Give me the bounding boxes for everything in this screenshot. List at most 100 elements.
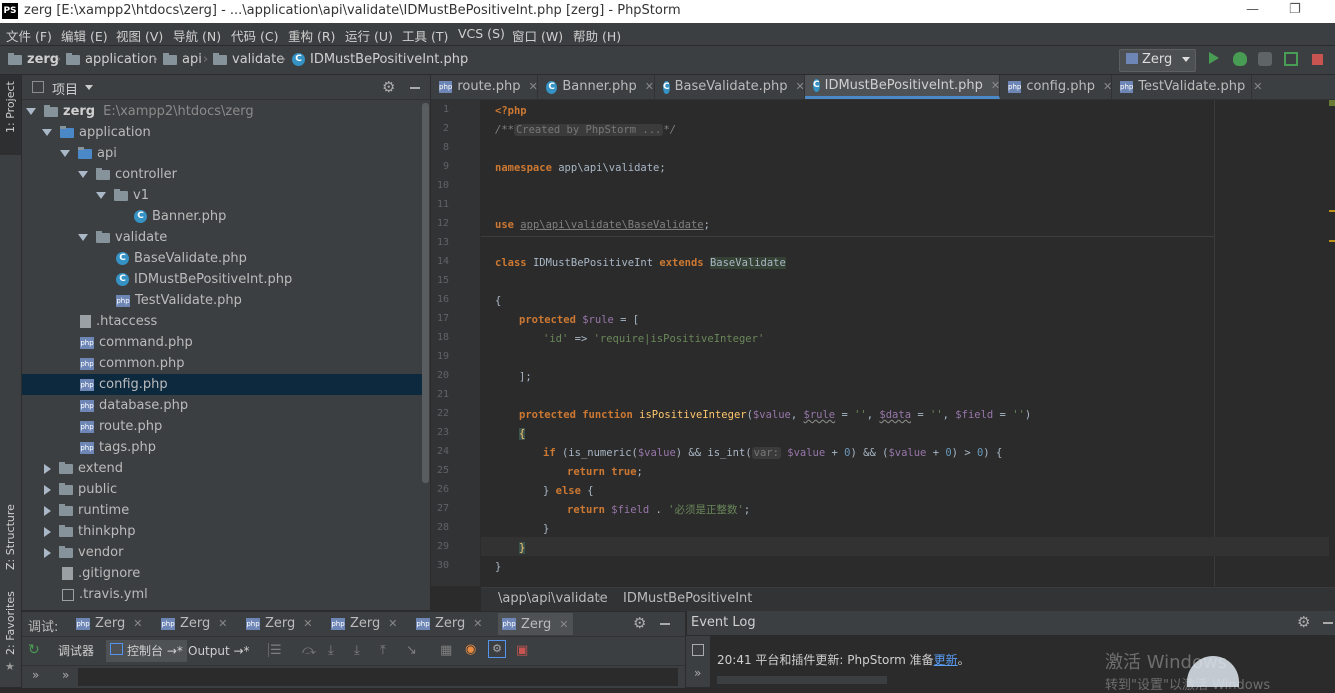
hide-panel-icon[interactable]: [660, 623, 670, 625]
warning-marker[interactable]: [1329, 210, 1335, 212]
menu-file[interactable]: 文件 (F): [6, 26, 52, 45]
close-icon[interactable]: ✕: [218, 617, 227, 630]
tree-item-htaccess[interactable]: .htaccess: [80, 311, 157, 332]
tree-item-travis[interactable]: .travis.yml: [62, 584, 148, 605]
structure-tool-label[interactable]: Z: Structure: [4, 504, 17, 570]
tree-item-route[interactable]: php route.php: [80, 416, 162, 437]
breadcrumb-file[interactable]: C IDMustBePositiveInt.php: [292, 52, 468, 67]
evaluate-icon[interactable]: ▦: [440, 643, 452, 658]
tree-item-vendor[interactable]: vendor: [42, 542, 123, 563]
breadcrumb-zerg[interactable]: zerg: [8, 52, 59, 67]
debug-icon[interactable]: [1233, 52, 1247, 66]
close-icon[interactable]: ✕: [133, 617, 142, 630]
tab-testvalidate[interactable]: php TestValidate.php ✕: [1112, 75, 1262, 99]
tree-item-runtime[interactable]: runtime: [42, 500, 129, 521]
favorites-tool-label[interactable]: 2: Favorites: [4, 591, 17, 655]
breadcrumb-namespace[interactable]: \app\api\validate: [498, 591, 608, 606]
update-link[interactable]: 更新: [934, 653, 958, 667]
run-config-select[interactable]: Zerg: [1119, 49, 1196, 72]
chevron-down-icon[interactable]: [85, 85, 93, 90]
expand-icon[interactable]: »: [694, 666, 701, 680]
tree-item-gitignore[interactable]: .gitignore: [62, 563, 140, 584]
tab-debugger[interactable]: 调试器: [54, 640, 98, 662]
gear-icon[interactable]: ⚙: [633, 614, 646, 632]
run-to-cursor-icon[interactable]: ↘: [406, 643, 417, 658]
tree-item-command[interactable]: php command.php: [80, 332, 193, 353]
minimize-button[interactable]: —: [1246, 2, 1259, 17]
breadcrumb-application[interactable]: application: [66, 52, 157, 67]
tree-item-zerg[interactable]: zerg E:\xampp2\htdocs\zerg: [26, 101, 254, 122]
close-icon[interactable]: ✕: [796, 75, 805, 99]
menu-window[interactable]: 窗口 (W): [512, 26, 563, 45]
step-over-icon[interactable]: ⤼: [302, 643, 316, 658]
event-log-scrollbar[interactable]: [717, 676, 887, 684]
expand-left-icon[interactable]: »: [32, 668, 39, 682]
expand-right-icon[interactable]: »: [62, 668, 69, 682]
tab-output[interactable]: Output →*: [184, 640, 254, 662]
tab-idmustbepositiveint[interactable]: C IDMustBePositiveInt.php ✕: [805, 75, 1000, 99]
tree-item-thinkphp[interactable]: thinkphp: [42, 521, 135, 542]
debug-tab-4[interactable]: php Zerg ✕: [331, 616, 398, 631]
tree-item-testvalidate[interactable]: php TestValidate.php: [116, 290, 242, 311]
menu-help[interactable]: 帮助 (H): [573, 26, 621, 45]
tree-item-public[interactable]: public: [42, 479, 117, 500]
force-step-into-icon[interactable]: ⤓: [354, 643, 360, 658]
tree-item-api[interactable]: api: [60, 143, 117, 164]
breadcrumb-class[interactable]: IDMustBePositiveInt: [623, 591, 752, 606]
warning-marker[interactable]: [1329, 240, 1335, 242]
debug-tab-6[interactable]: php Zerg ✕: [498, 613, 573, 635]
tree-item-basevalidate[interactable]: C BaseValidate.php: [116, 248, 247, 269]
tree-item-v1[interactable]: v1: [96, 185, 149, 206]
close-icon[interactable]: ✕: [991, 74, 1000, 98]
tree-item-database[interactable]: php database.php: [80, 395, 188, 416]
menu-view[interactable]: 视图 (V): [116, 26, 163, 45]
tab-route[interactable]: php route.php ✕: [431, 75, 538, 99]
mute-breakpoints-icon[interactable]: ▣: [516, 643, 528, 658]
breadcrumb-api[interactable]: api: [163, 52, 202, 67]
stop-icon[interactable]: [1312, 54, 1323, 65]
menu-navigate[interactable]: 导航 (N): [173, 26, 221, 45]
tree-item-tags[interactable]: php tags.php: [80, 437, 156, 458]
watch-icon[interactable]: ◉: [465, 642, 476, 657]
close-icon[interactable]: ✕: [388, 617, 397, 630]
run-icon[interactable]: [1209, 52, 1219, 64]
tree-item-controller[interactable]: controller: [78, 164, 177, 185]
tree-item-extend[interactable]: extend: [42, 458, 123, 479]
menu-code[interactable]: 代码 (C): [231, 26, 278, 45]
close-icon[interactable]: ✕: [559, 618, 568, 631]
tab-basevalidate[interactable]: C BaseValidate.php ✕: [655, 75, 805, 99]
gear-icon[interactable]: ⚙: [382, 78, 395, 96]
menu-lines-icon[interactable]: ☰: [270, 643, 282, 658]
close-icon[interactable]: ✕: [529, 75, 538, 99]
hide-panel-icon[interactable]: [410, 87, 420, 89]
project-tool-label[interactable]: 1: Project: [4, 81, 17, 133]
settings-toggle-icon[interactable]: ⚙: [488, 640, 506, 658]
menu-vcs[interactable]: VCS (S): [458, 26, 505, 41]
close-icon[interactable]: ✕: [1103, 75, 1112, 99]
close-icon[interactable]: ✕: [303, 617, 312, 630]
coverage-icon[interactable]: [1258, 52, 1272, 66]
code-editor[interactable]: <?php /** Created by PhpStorm ... */ names…: [481, 100, 1335, 586]
menu-tools[interactable]: 工具 (T): [402, 26, 448, 45]
gear-icon[interactable]: ⚙: [1297, 613, 1310, 631]
tree-item-idmustbepositiveint[interactable]: C IDMustBePositiveInt.php: [116, 269, 292, 290]
debug-tab-1[interactable]: php Zerg ✕: [76, 616, 143, 631]
project-scrollbar[interactable]: [422, 103, 429, 483]
tab-console[interactable]: 控制台 →*: [106, 640, 187, 662]
tab-config[interactable]: php config.php ✕: [1000, 75, 1112, 99]
restore-button[interactable]: ❐: [1289, 2, 1301, 17]
tree-item-common[interactable]: php common.php: [80, 353, 185, 374]
menu-edit[interactable]: 编辑 (E): [61, 26, 108, 45]
tree-item-banner[interactable]: C Banner.php: [134, 206, 226, 227]
debug-tab-2[interactable]: php Zerg ✕: [161, 616, 228, 631]
console-area[interactable]: [78, 668, 678, 686]
hide-panel-icon[interactable]: [1323, 622, 1333, 624]
folded-comment[interactable]: Created by PhpStorm ...: [513, 124, 664, 136]
project-view-select[interactable]: 项目: [52, 79, 78, 98]
debug-tab-5[interactable]: php Zerg ✕: [416, 616, 483, 631]
step-out-icon[interactable]: ⤒: [380, 643, 386, 658]
menu-run[interactable]: 运行 (U): [345, 26, 393, 45]
close-icon[interactable]: ✕: [473, 617, 482, 630]
tree-item-config[interactable]: php config.php: [80, 374, 168, 395]
close-icon[interactable]: ✕: [645, 75, 654, 99]
